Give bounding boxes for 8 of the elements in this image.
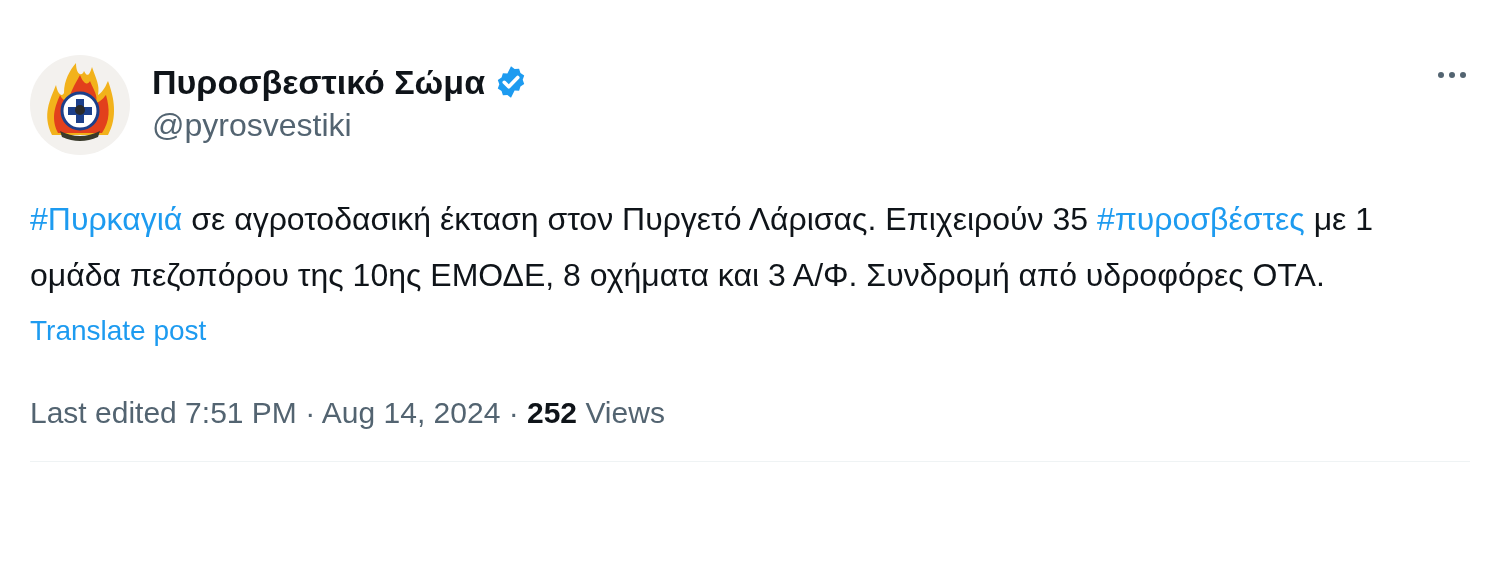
hashtag-link[interactable]: #Πυρκαγιά [30, 201, 183, 237]
post-text: #Πυρκαγιά σε αγροτοδασική έκταση στον Πυργετό Λάρισας. Επιχειρούν 35 #πυροσβέστες με 1 ομάδα πεζοπόρου της 10ης ΕΜΟΔΕ, 8 οχήματα και 3 Α/Φ. Συνδρομή από υδροφόρες ΟΤΑ. [30, 200, 1375, 295]
author-handle[interactable]: @pyrosvestiki [152, 103, 352, 147]
post-meta: Last edited 7:51 PM · Aug 14, 2024 · 252 Views [30, 396, 665, 429]
avatar-emblem-icon[interactable] [30, 55, 130, 155]
translate-post-link[interactable]: Translate post [30, 315, 207, 346]
author-name[interactable]: Πυροσβεστικό Σώμα [152, 61, 486, 103]
hashtag-link[interactable]: #πυροσβέστες [1096, 201, 1305, 237]
